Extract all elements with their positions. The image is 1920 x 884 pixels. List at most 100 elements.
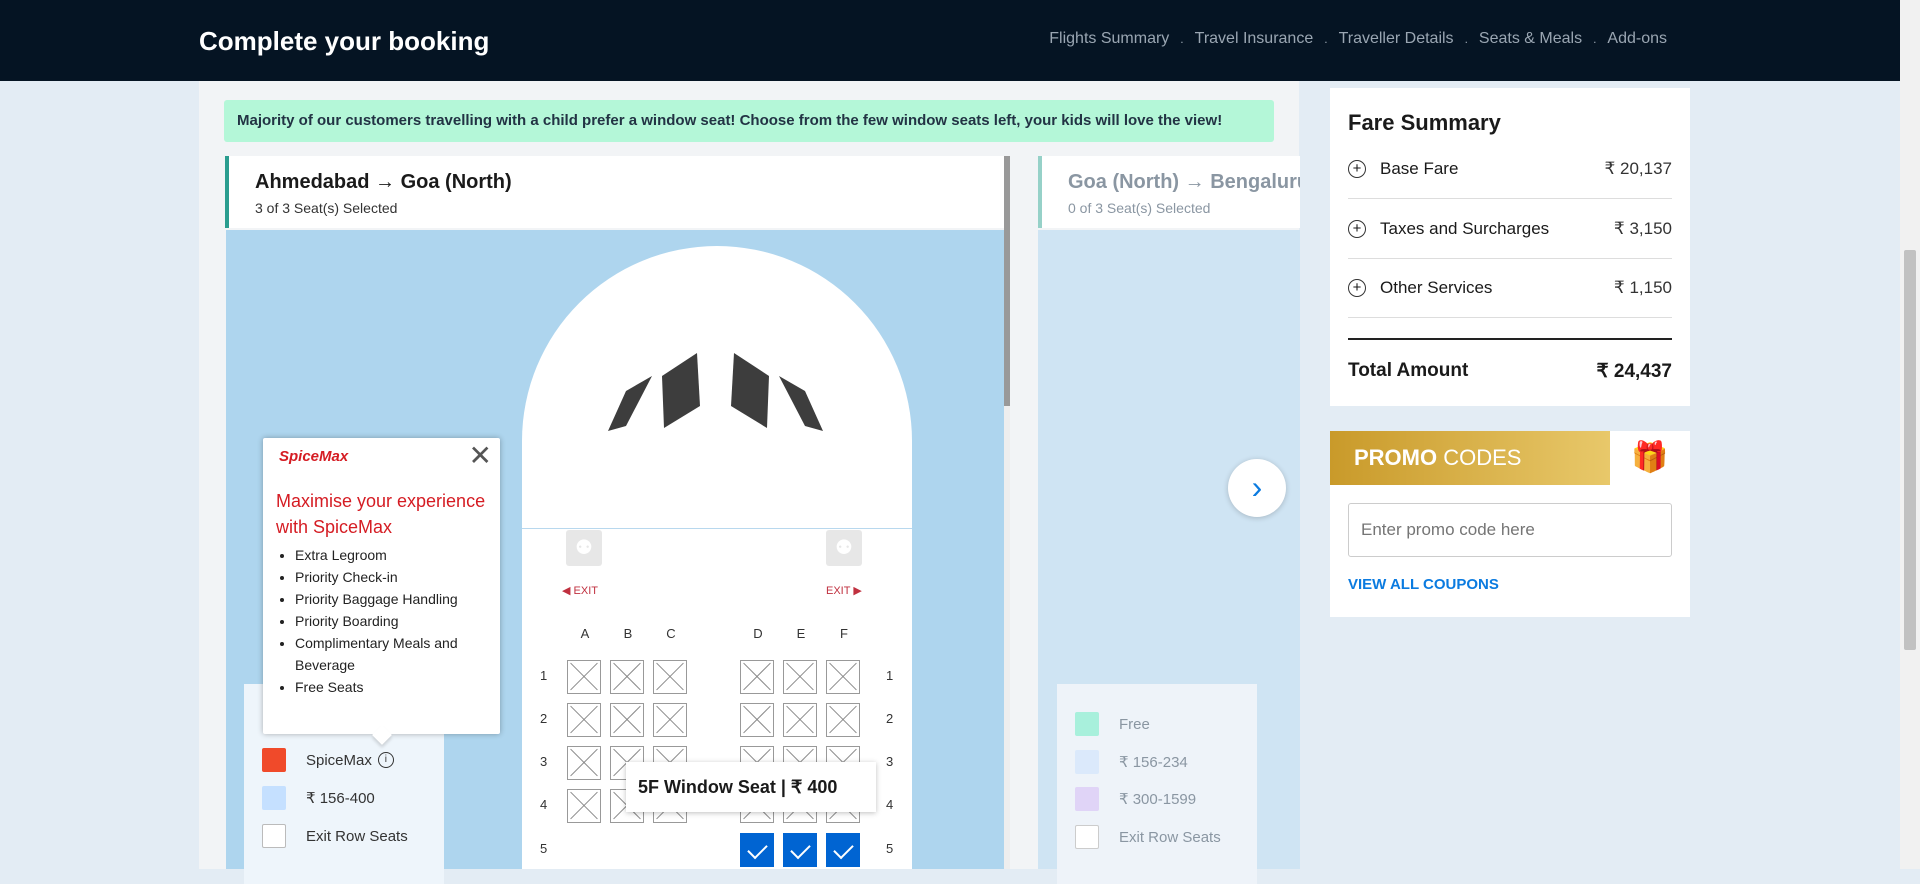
column-c: C — [666, 626, 676, 641]
row-number: 1 — [540, 668, 548, 683]
row-number: 5 — [540, 841, 548, 856]
row-number: 3 — [540, 754, 548, 769]
seat-3a[interactable] — [567, 746, 601, 780]
seat-2b[interactable] — [610, 703, 644, 737]
page-title: Complete your booking — [199, 26, 490, 56]
column-d: D — [753, 626, 763, 641]
legend-item-free: Free — [1075, 712, 1150, 736]
row-number: 4 — [540, 797, 548, 812]
legend-item-price: ₹ 156-400 — [262, 786, 375, 810]
fare-amount: ₹ 3,150 — [1613, 218, 1672, 238]
fare-row-taxes[interactable]: + Taxes and Surcharges ₹ 3,150 — [1348, 199, 1672, 259]
leg-tab-outbound[interactable]: Ahmedabad → Goa (North) 3 of 3 Seat(s) S… — [225, 156, 1007, 228]
feature-item: Free Seats — [295, 676, 485, 698]
legend-swatch — [1075, 787, 1099, 811]
step-travel-insurance[interactable]: Travel Insurance — [1195, 30, 1314, 48]
view-all-coupons-link[interactable]: VIEW ALL COUPONS — [1348, 576, 1499, 593]
seat-5d-selected[interactable] — [740, 833, 774, 867]
promo-title-bold: PROMO — [1354, 445, 1438, 470]
column-a: A — [580, 626, 590, 641]
legend-item-exit-row: Exit Row Seats — [262, 824, 408, 848]
promo-code-input[interactable] — [1348, 503, 1672, 557]
column-f: F — [840, 626, 848, 641]
next-leg-button[interactable]: › — [1228, 459, 1286, 517]
page-scrollbar[interactable] — [1900, 0, 1920, 869]
top-bar: Complete your booking Flights Summary. T… — [0, 0, 1900, 81]
exit-right: EXIT ▶ — [826, 585, 862, 597]
lavatory-icon: ⚉ — [826, 530, 862, 566]
fare-row-base[interactable]: + Base Fare ₹ 20,137 — [1348, 139, 1672, 199]
seat-4a[interactable] — [567, 789, 601, 823]
seat-1f[interactable] — [826, 660, 860, 694]
seat-1e[interactable] — [783, 660, 817, 694]
spicemax-features: Extra Legroom Priority Check-in Priority… — [263, 544, 485, 698]
feature-item: Complimentary Meals and Beverage — [295, 632, 485, 676]
window-seat-notice: Majority of our customers travelling wit… — [224, 100, 1274, 142]
seat-1c[interactable] — [653, 660, 687, 694]
step-add-ons[interactable]: Add-ons — [1607, 30, 1667, 48]
feature-item: Priority Boarding — [295, 610, 485, 632]
promo-banner: PROMO CODES — [1330, 431, 1610, 485]
spicemax-popup: ✕ SpiceMax Maximise your experience with… — [263, 438, 500, 745]
leg-seat-status: 0 of 3 Seat(s) Selected — [1068, 200, 1211, 216]
legend-label: ₹ 300-1599 — [1119, 791, 1197, 808]
fare-label: Base Fare — [1380, 158, 1459, 178]
seat-5f-selected[interactable] — [826, 833, 860, 867]
step-separator: . — [1324, 32, 1328, 46]
total-label: Total Amount — [1348, 360, 1469, 381]
fare-label: Taxes and Surcharges — [1380, 218, 1550, 238]
step-separator: . — [1464, 32, 1468, 46]
leg-tab-return[interactable]: Goa (North) → Bengaluru 0 of 3 Seat(s) S… — [1038, 156, 1300, 228]
seat-1a[interactable] — [567, 660, 601, 694]
fare-summary-title: Fare Summary — [1348, 110, 1501, 135]
seatmap-scrollbar-thumb[interactable] — [1004, 156, 1010, 406]
row-number: 1 — [886, 668, 894, 683]
info-icon[interactable]: i — [377, 752, 394, 768]
promo-title-light: CODES — [1443, 445, 1522, 470]
legend-item-spicemax: SpiceMax i — [262, 748, 394, 772]
gift-icon: 🎁 — [1631, 441, 1669, 474]
expand-plus-icon[interactable]: + — [1348, 159, 1366, 178]
feature-item: Priority Baggage Handling — [295, 588, 485, 610]
lavatory-icon: ⚉ — [566, 530, 602, 566]
step-flights-summary[interactable]: Flights Summary — [1049, 30, 1169, 48]
legend-swatch — [1075, 825, 1099, 849]
close-icon[interactable]: ✕ — [469, 442, 492, 470]
nose-divider — [522, 528, 912, 529]
row-number: 5 — [886, 841, 894, 856]
fare-row-other[interactable]: + Other Services ₹ 1,150 — [1348, 258, 1672, 318]
seat-2f[interactable] — [826, 703, 860, 737]
legend-label: SpiceMax — [306, 751, 372, 769]
scrollbar-thumb[interactable] — [1904, 250, 1916, 650]
column-b: B — [623, 626, 633, 641]
step-separator: . — [1593, 32, 1597, 46]
cockpit-windows-icon — [608, 353, 823, 431]
feature-item: Priority Check-in — [295, 566, 485, 588]
seat-2d[interactable] — [740, 703, 774, 737]
expand-plus-icon[interactable]: + — [1348, 219, 1366, 238]
seat-2a[interactable] — [567, 703, 601, 737]
row-number: 3 — [886, 754, 894, 769]
spicemax-logo: SpiceMax — [279, 448, 349, 465]
step-separator: . — [1180, 32, 1184, 46]
seat-2e[interactable] — [783, 703, 817, 737]
seatmap-scrollbar[interactable] — [1004, 156, 1010, 869]
seat-1d[interactable] — [740, 660, 774, 694]
seat-tooltip: 5F Window Seat | ₹ 400 — [626, 762, 876, 812]
seat-1b[interactable] — [610, 660, 644, 694]
legend-swatch — [262, 786, 286, 810]
legend-label: Exit Row Seats — [1119, 828, 1221, 846]
seat-2c[interactable] — [653, 703, 687, 737]
row-number: 2 — [540, 711, 548, 726]
legend-item-price-low: ₹ 156-234 — [1075, 750, 1188, 774]
legend-label: ₹ 156-400 — [306, 790, 375, 807]
row-number: 4 — [886, 797, 894, 812]
legend-swatch — [262, 824, 286, 848]
expand-plus-icon[interactable]: + — [1348, 278, 1366, 297]
step-traveller-details[interactable]: Traveller Details — [1339, 30, 1454, 48]
seat-5e-selected[interactable] — [783, 833, 817, 867]
step-seats-meals[interactable]: Seats & Meals — [1479, 30, 1582, 48]
feature-item: Extra Legroom — [295, 544, 485, 566]
total-amount: ₹ 24,437 — [1596, 361, 1672, 382]
leg-seat-status: 3 of 3 Seat(s) Selected — [255, 200, 398, 216]
